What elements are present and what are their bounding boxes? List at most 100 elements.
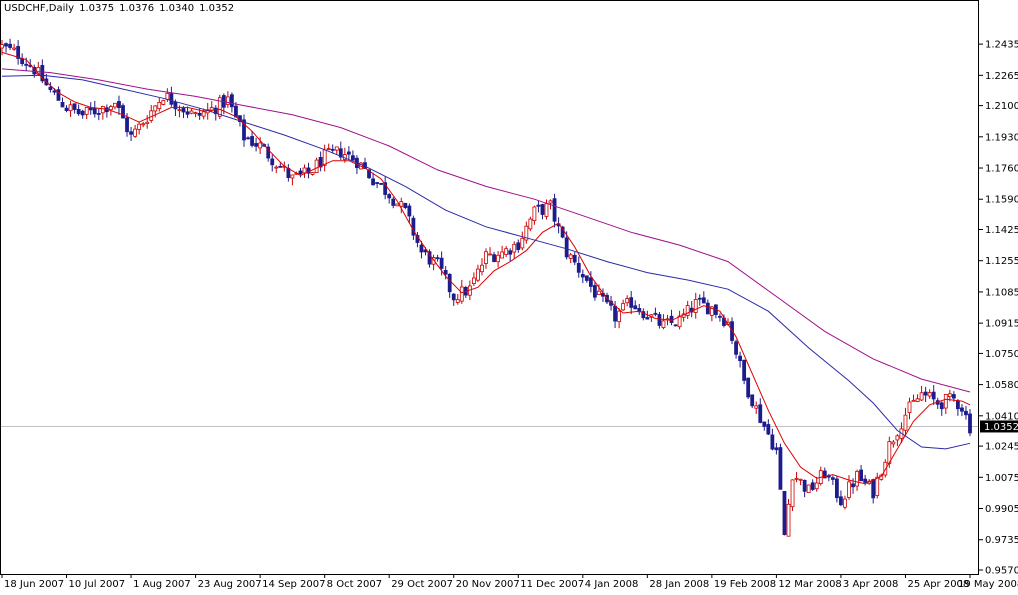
candle — [270, 154, 275, 172]
candle-body — [24, 63, 29, 66]
candle — [714, 304, 718, 319]
candle — [181, 106, 186, 118]
candle-body — [395, 203, 400, 207]
x-tick-label: 3 Apr 2008 — [843, 579, 898, 590]
candle-body — [943, 394, 948, 409]
candle-body — [100, 105, 105, 114]
candle-body — [653, 312, 658, 315]
candle — [661, 314, 666, 330]
y-tick-label: 0.9905 — [985, 504, 1018, 515]
y-tick-label: 1.0245 — [985, 442, 1018, 453]
candle — [689, 301, 694, 318]
y-tick-label: 1.2435 — [985, 40, 1018, 51]
candle-body — [488, 253, 492, 256]
candle — [584, 275, 589, 283]
candle-body — [645, 317, 650, 320]
candle — [669, 309, 674, 326]
candle-body — [254, 143, 259, 147]
candle — [407, 203, 412, 224]
candle-body — [165, 92, 170, 100]
candle-body — [734, 341, 738, 355]
candle — [601, 288, 605, 302]
candle — [919, 385, 924, 402]
candle-body — [121, 105, 125, 119]
candle-body — [907, 401, 912, 414]
x-tick-label: 8 Oct 2007 — [327, 579, 382, 590]
candle — [290, 174, 295, 186]
candle — [653, 307, 658, 317]
candle-body — [839, 496, 843, 506]
candle — [738, 351, 742, 368]
candle — [568, 252, 573, 264]
candle-body — [673, 324, 678, 327]
candle — [375, 182, 380, 189]
y-tick-label: 1.0075 — [985, 473, 1018, 484]
candle — [895, 434, 900, 447]
candle — [762, 421, 767, 431]
candle-body — [387, 194, 392, 199]
candle-body — [189, 110, 194, 114]
candle-body — [528, 218, 533, 230]
candle — [847, 475, 851, 500]
candle — [306, 162, 311, 179]
candle-body — [68, 104, 73, 112]
candle-body — [580, 274, 585, 278]
candle-body — [88, 107, 93, 111]
candle-body — [964, 410, 968, 416]
candle — [185, 106, 190, 119]
candle — [742, 359, 747, 385]
candle — [516, 239, 521, 253]
candle-body — [274, 166, 279, 169]
candle — [189, 109, 194, 115]
candle — [802, 479, 807, 498]
x-tick-label: 12 Mar 2008 — [778, 579, 841, 590]
candle — [871, 478, 876, 504]
candle — [903, 407, 908, 437]
candle — [830, 475, 835, 485]
candle — [286, 164, 291, 182]
candle-body — [923, 391, 928, 396]
candle-body — [197, 113, 202, 116]
candle — [657, 311, 662, 329]
candle-body — [568, 254, 573, 259]
candle-body — [572, 254, 577, 263]
candle-body — [927, 392, 932, 397]
candle-body — [157, 101, 162, 110]
candle-body — [92, 107, 97, 115]
candle-body — [794, 477, 799, 480]
candle-body — [459, 286, 464, 302]
x-tick-label: 18 Jun 2007 — [4, 579, 64, 590]
chart-area[interactable]: 1.2435 1.2265 1.2100 1.1930 1.1760 1.1590 1.14… — [0, 0, 1018, 591]
candle — [528, 216, 533, 232]
candle-body — [225, 96, 230, 105]
candle — [16, 40, 21, 65]
candle — [117, 95, 121, 115]
candle-body — [859, 469, 863, 482]
candle — [633, 300, 638, 310]
candle — [746, 377, 751, 399]
y-tick-label: 1.1590 — [985, 195, 1018, 206]
candle — [637, 303, 642, 315]
candle — [572, 252, 577, 266]
candle-body — [153, 105, 158, 112]
plot-border — [0, 0, 979, 575]
x-tick-label: 10 Jul 2007 — [69, 579, 126, 590]
candle-body — [141, 123, 146, 126]
candle — [350, 150, 355, 161]
candle — [322, 144, 327, 172]
candle-body — [4, 43, 8, 47]
candle-body — [802, 479, 807, 492]
candle-body — [810, 482, 815, 490]
candle — [84, 107, 89, 120]
candle-body — [758, 404, 763, 423]
candle-body — [657, 314, 662, 326]
candle-body — [693, 299, 698, 313]
candle-body — [806, 484, 811, 493]
candle-body — [508, 250, 513, 255]
candle-body — [629, 297, 634, 308]
candle-body — [439, 257, 444, 269]
y-tick-label: 1.0750 — [985, 349, 1018, 360]
candle — [100, 105, 105, 120]
candle-body — [455, 299, 460, 303]
x-tick-label: 4 Jan 2008 — [585, 579, 639, 590]
